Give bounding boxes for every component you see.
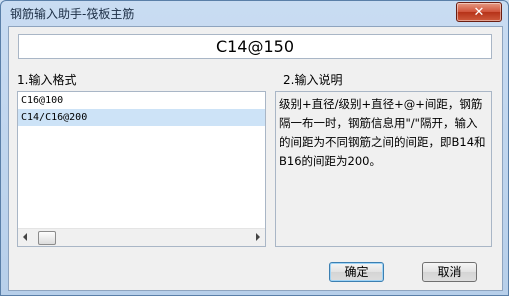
horizontal-scrollbar[interactable] [18,228,265,246]
format-list[interactable]: C16@100 C14/C16@200 [17,91,266,247]
dialog-body: C14@150 1.输入格式 2.输入说明 C16@100 C14/C16@20… [8,26,503,291]
close-icon: ✕ [473,4,485,20]
format-section-label: 1.输入格式 [17,73,77,87]
description-text: 级别+直径/级别+直径+@+间距，钢筋隔一布一时，钢筋信息用"/"隔开，输入的间… [275,91,492,247]
ok-button[interactable]: 确定 [329,262,384,282]
description-section-label: 2.输入说明 [283,73,343,87]
cancel-button[interactable]: 取消 [422,262,477,282]
list-item-format-1[interactable]: C16@100 [18,92,265,109]
window-title: 钢筋输入助手-筏板主筋 [10,7,135,21]
title-bar[interactable]: 钢筋输入助手-筏板主筋 ✕ [1,1,508,25]
dialog-window: 钢筋输入助手-筏板主筋 ✕ C14@150 1.输入格式 2.输入说明 C16@… [0,0,509,296]
scroll-left-icon[interactable] [23,233,27,241]
rebar-input-field[interactable]: C14@150 [18,34,492,59]
close-button[interactable]: ✕ [456,2,502,22]
list-item-format-2[interactable]: C14/C16@200 [18,109,265,126]
scroll-right-icon[interactable] [256,233,260,241]
scrollbar-thumb[interactable] [38,231,56,245]
